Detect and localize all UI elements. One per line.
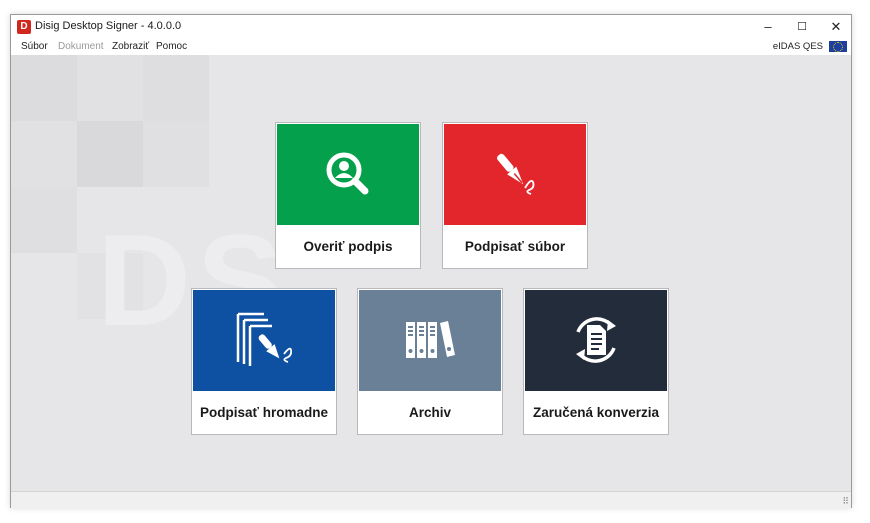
binders-icon [406, 321, 455, 358]
menu-zobrazit[interactable]: Zobraziť [112, 41, 149, 52]
archive-tile-banner [359, 290, 501, 391]
resize-grip-icon[interactable]: ⠿ [842, 496, 849, 507]
sign-file-tile[interactable]: Podpisať súbor [442, 122, 588, 269]
background-square [11, 121, 77, 187]
background-square [77, 55, 143, 121]
menu-dokument[interactable]: Dokument [58, 41, 104, 52]
conversion-tile-banner [525, 290, 667, 391]
app-window: D Disig Desktop Signer - 4.0.0.0 – ☐ ✕ S… [10, 14, 852, 508]
verify-tile-banner [277, 124, 419, 225]
background-square [77, 121, 143, 187]
sign-bulk-tile-label: Podpisať hromadne [200, 405, 328, 420]
conversion-tile[interactable]: Zaručená konverzia [523, 288, 669, 435]
eidas-qes-label: eIDAS QES [772, 41, 823, 52]
eu-flag-icon [829, 41, 847, 52]
conversion-tile-label: Zaručená konverzia [532, 405, 660, 420]
maximize-button[interactable]: ☐ [785, 15, 819, 39]
verify-tile-label: Overiť podpis [303, 239, 393, 254]
archive-tile[interactable]: Archiv [357, 288, 503, 435]
stacked-pages-pen-icon [236, 312, 293, 366]
background-square [143, 55, 209, 121]
menu-subor[interactable]: Súbor [21, 41, 48, 52]
sign-file-tile-banner [444, 124, 586, 225]
document-cycle-icon [576, 317, 616, 363]
background-square [11, 187, 77, 253]
background-square [143, 121, 209, 187]
magnifier-user-icon [326, 152, 369, 195]
app-logo-icon: D [17, 20, 31, 34]
main-content: DS Overiť podpis Podpisať súbor Podpisať… [11, 55, 851, 491]
menu-pomoc[interactable]: Pomoc [156, 41, 187, 52]
sign-file-tile-label: Podpisať súbor [464, 239, 566, 254]
sign-bulk-tile[interactable]: Podpisať hromadne [191, 288, 337, 435]
window-title: Disig Desktop Signer - 4.0.0.0 [35, 20, 182, 32]
fountain-pen-icon [497, 153, 535, 195]
verify-signature-tile[interactable]: Overiť podpis [275, 122, 421, 269]
title-bar: D Disig Desktop Signer - 4.0.0.0 – ☐ ✕ [11, 15, 851, 39]
menu-bar: Súbor Dokument Zobraziť Pomoc eIDAS QES [11, 39, 851, 55]
status-bar: ⠿ [11, 491, 851, 508]
minimize-button[interactable]: – [751, 15, 785, 39]
archive-tile-label: Archiv [408, 405, 452, 420]
background-square [11, 55, 77, 121]
sign-bulk-tile-banner [193, 290, 335, 391]
close-button[interactable]: ✕ [819, 15, 853, 39]
